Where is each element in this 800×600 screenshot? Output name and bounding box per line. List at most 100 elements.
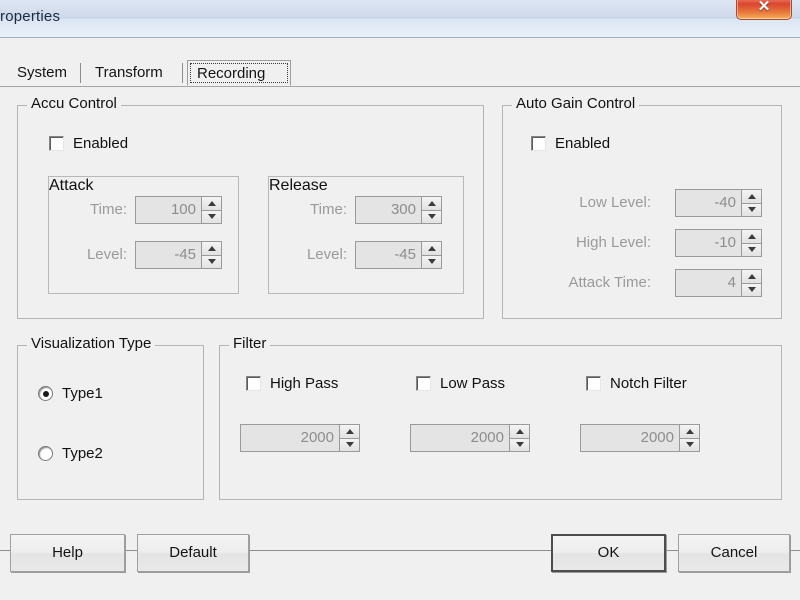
attack-level-label: Level: bbox=[86, 246, 127, 263]
agc-attack-time-spinner[interactable]: 4 bbox=[675, 269, 762, 297]
attack-level-spin-buttons[interactable] bbox=[201, 242, 221, 268]
agc-low-level-value: -40 bbox=[714, 194, 736, 211]
radio-type1[interactable] bbox=[38, 386, 53, 401]
high-pass-value: 2000 bbox=[300, 429, 334, 446]
agc-low-level-spin-buttons[interactable] bbox=[741, 190, 761, 216]
release-level-value: -45 bbox=[394, 246, 416, 263]
agc-enabled-checkbox[interactable] bbox=[531, 136, 546, 151]
tab-divider-2 bbox=[182, 63, 183, 83]
low-pass-value: 2000 bbox=[470, 429, 504, 446]
agc-low-level-spinner[interactable]: -40 bbox=[675, 189, 762, 217]
radio-type2-label: Type2 bbox=[62, 445, 103, 462]
release-level-spin-buttons[interactable] bbox=[421, 242, 441, 268]
tab-divider-1 bbox=[80, 63, 81, 83]
window-title: roperties bbox=[0, 8, 61, 25]
group-auto-gain-control: Auto Gain Control Enabled Low Level: -40… bbox=[502, 95, 782, 319]
tab-recording[interactable]: Recording bbox=[187, 60, 291, 86]
spin-up-icon[interactable] bbox=[422, 197, 441, 211]
accu-enabled-checkbox[interactable] bbox=[49, 136, 64, 151]
agc-high-level-value: -10 bbox=[714, 234, 736, 251]
tab-transform[interactable]: Transform bbox=[86, 60, 180, 86]
low-pass-spin-buttons[interactable] bbox=[509, 425, 529, 451]
low-pass-spinner[interactable]: 2000 bbox=[410, 424, 530, 452]
spin-down-icon[interactable] bbox=[422, 255, 441, 268]
group-attack-label: Attack bbox=[49, 177, 94, 194]
notch-filter-value: 2000 bbox=[640, 429, 674, 446]
high-pass-spinner[interactable]: 2000 bbox=[240, 424, 360, 452]
agc-low-level-label: Low Level: bbox=[579, 194, 651, 211]
spin-up-icon[interactable] bbox=[742, 230, 761, 244]
low-pass-checkbox[interactable] bbox=[416, 376, 431, 391]
help-button[interactable]: Help bbox=[10, 534, 125, 572]
agc-attack-time-label: Attack Time: bbox=[568, 274, 651, 291]
ok-button[interactable]: OK bbox=[551, 534, 666, 572]
title-bar: roperties ✕ bbox=[0, 0, 800, 38]
spin-up-icon[interactable] bbox=[742, 190, 761, 204]
agc-high-level-spin-buttons[interactable] bbox=[741, 230, 761, 256]
spin-down-icon[interactable] bbox=[340, 438, 359, 451]
release-time-spinner[interactable]: 300 bbox=[355, 196, 442, 224]
agc-enabled-label: Enabled bbox=[555, 135, 611, 152]
spin-down-icon[interactable] bbox=[742, 243, 761, 256]
release-time-spin-buttons[interactable] bbox=[421, 197, 441, 223]
spin-up-icon[interactable] bbox=[742, 270, 761, 284]
spin-down-icon[interactable] bbox=[202, 210, 221, 223]
spin-up-icon[interactable] bbox=[340, 425, 359, 439]
tab-recording-label: Recording bbox=[197, 65, 266, 82]
spin-down-icon[interactable] bbox=[422, 210, 441, 223]
spin-up-icon[interactable] bbox=[202, 242, 221, 256]
spin-down-icon[interactable] bbox=[680, 438, 699, 451]
agc-attack-time-value: 4 bbox=[727, 274, 736, 291]
tab-transform-label: Transform bbox=[95, 64, 163, 81]
spin-down-icon[interactable] bbox=[510, 438, 529, 451]
group-accu-control-label: Accu Control bbox=[27, 95, 121, 112]
attack-level-spinner[interactable]: -45 bbox=[135, 241, 222, 269]
properties-dialog: System Transform Recording Accu Control … bbox=[0, 39, 800, 600]
notch-filter-spinner[interactable]: 2000 bbox=[580, 424, 700, 452]
notch-filter-checkbox[interactable] bbox=[586, 376, 601, 391]
low-pass-label: Low Pass bbox=[440, 375, 506, 392]
close-icon: ✕ bbox=[757, 0, 771, 15]
spin-up-icon[interactable] bbox=[202, 197, 221, 211]
group-accu-control: Accu Control Enabled Attack Time: 100 Le… bbox=[17, 95, 484, 319]
attack-time-label: Time: bbox=[90, 201, 127, 218]
group-filter: Filter High Pass 2000 Low Pass 2000 Notc… bbox=[219, 335, 782, 500]
spin-down-icon[interactable] bbox=[202, 255, 221, 268]
attack-time-value: 100 bbox=[170, 201, 196, 218]
release-time-value: 300 bbox=[390, 201, 416, 218]
tab-page-recording: Accu Control Enabled Attack Time: 100 Le… bbox=[0, 86, 800, 552]
high-pass-label: High Pass bbox=[270, 375, 339, 392]
accu-enabled-label: Enabled bbox=[73, 135, 129, 152]
radio-type1-label: Type1 bbox=[62, 385, 103, 402]
group-attack: Attack Time: 100 Level: -45 bbox=[48, 176, 239, 294]
group-visualization-type-label: Visualization Type bbox=[27, 335, 156, 352]
radio-type2[interactable] bbox=[38, 446, 53, 461]
high-pass-checkbox[interactable] bbox=[246, 376, 261, 391]
group-release-label: Release bbox=[269, 177, 328, 194]
notch-filter-label: Notch Filter bbox=[610, 375, 687, 392]
agc-high-level-spinner[interactable]: -10 bbox=[675, 229, 762, 257]
high-pass-spin-buttons[interactable] bbox=[339, 425, 359, 451]
group-visualization-type: Visualization Type Type1 Type2 bbox=[17, 335, 204, 500]
group-filter-label: Filter bbox=[229, 335, 271, 352]
cancel-button[interactable]: Cancel bbox=[678, 534, 790, 572]
close-button[interactable]: ✕ bbox=[736, 0, 792, 20]
agc-high-level-label: High Level: bbox=[575, 234, 651, 251]
default-button[interactable]: Default bbox=[137, 534, 249, 572]
group-release: Release Time: 300 Level: -45 bbox=[268, 176, 464, 294]
tab-system[interactable]: System bbox=[8, 60, 80, 86]
release-level-label: Level: bbox=[306, 246, 347, 263]
spin-down-icon[interactable] bbox=[742, 283, 761, 296]
release-level-spinner[interactable]: -45 bbox=[355, 241, 442, 269]
notch-filter-spin-buttons[interactable] bbox=[679, 425, 699, 451]
attack-level-value: -45 bbox=[174, 246, 196, 263]
group-auto-gain-control-label: Auto Gain Control bbox=[512, 95, 640, 112]
release-time-label: Time: bbox=[310, 201, 347, 218]
spin-up-icon[interactable] bbox=[680, 425, 699, 439]
attack-time-spin-buttons[interactable] bbox=[201, 197, 221, 223]
attack-time-spinner[interactable]: 100 bbox=[135, 196, 222, 224]
agc-attack-time-spin-buttons[interactable] bbox=[741, 270, 761, 296]
spin-down-icon[interactable] bbox=[742, 203, 761, 216]
spin-up-icon[interactable] bbox=[422, 242, 441, 256]
spin-up-icon[interactable] bbox=[510, 425, 529, 439]
